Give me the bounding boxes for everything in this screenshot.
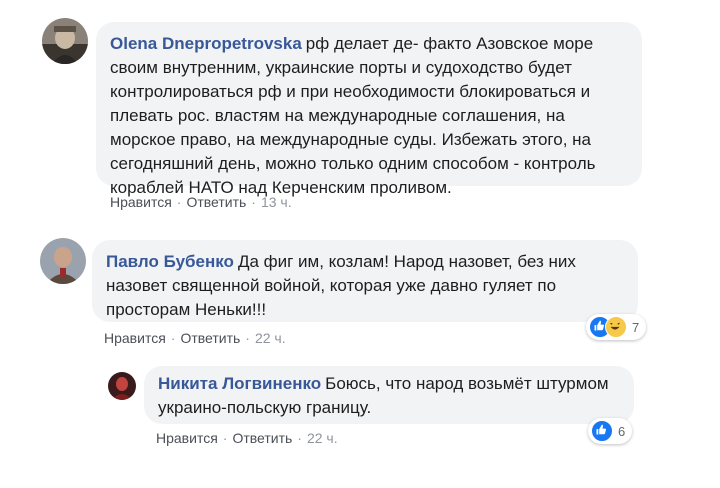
reply-link[interactable]: Ответить: [232, 430, 292, 446]
haha-reaction-icon: [605, 316, 627, 338]
separator: ·: [251, 194, 256, 210]
reply-link[interactable]: Ответить: [180, 330, 240, 346]
reactions-summary[interactable]: 6: [588, 418, 632, 444]
comment-bubble: Olena Dnepropetrovska рф делает де- факто…: [96, 22, 642, 197]
separator: ·: [222, 430, 228, 446]
like-link[interactable]: Нравится: [156, 430, 218, 446]
timestamp[interactable]: 22 ч.: [307, 430, 338, 446]
reaction-count: 6: [618, 423, 626, 439]
avatar-photo-icon: [42, 18, 88, 64]
timestamp[interactable]: 22 ч.: [255, 330, 286, 346]
like-link[interactable]: Нравится: [104, 330, 166, 346]
avatar[interactable]: [108, 372, 136, 400]
timestamp[interactable]: 13 ч.: [261, 194, 292, 210]
comment-bubble: Павло Бубенко Да фиг им, козлам! Народ на…: [92, 240, 638, 322]
like-link[interactable]: Нравится: [110, 194, 172, 210]
comment-actions: Нравится · Ответить · 22 ч.: [156, 430, 338, 446]
avatar[interactable]: [40, 238, 86, 284]
separator: ·: [297, 430, 302, 446]
reactions-summary[interactable]: 7: [586, 314, 646, 340]
separator: ·: [170, 330, 176, 346]
comment-author[interactable]: Павло Бубенко: [106, 252, 234, 271]
like-reaction-icon: [591, 420, 613, 442]
comment-text: рф делает де- факто Азовское море своим …: [110, 34, 596, 197]
comment-actions: Нравится · Ответить · 13 ч.: [110, 194, 292, 210]
avatar-photo-icon: [108, 372, 136, 400]
comment-author[interactable]: Olena Dnepropetrovska: [110, 34, 302, 53]
reaction-count: 7: [632, 319, 640, 335]
comment-actions: Нравится · Ответить · 22 ч.: [104, 330, 286, 346]
separator: ·: [245, 330, 250, 346]
comment-author[interactable]: Никита Логвиненко: [158, 374, 321, 393]
comment-bubble: Никита Логвиненко Боюсь, что народ возьмё…: [144, 366, 634, 424]
avatar-photo-icon: [40, 238, 86, 284]
avatar[interactable]: [42, 18, 88, 64]
reply-link[interactable]: Ответить: [186, 194, 246, 210]
separator: ·: [176, 194, 182, 210]
